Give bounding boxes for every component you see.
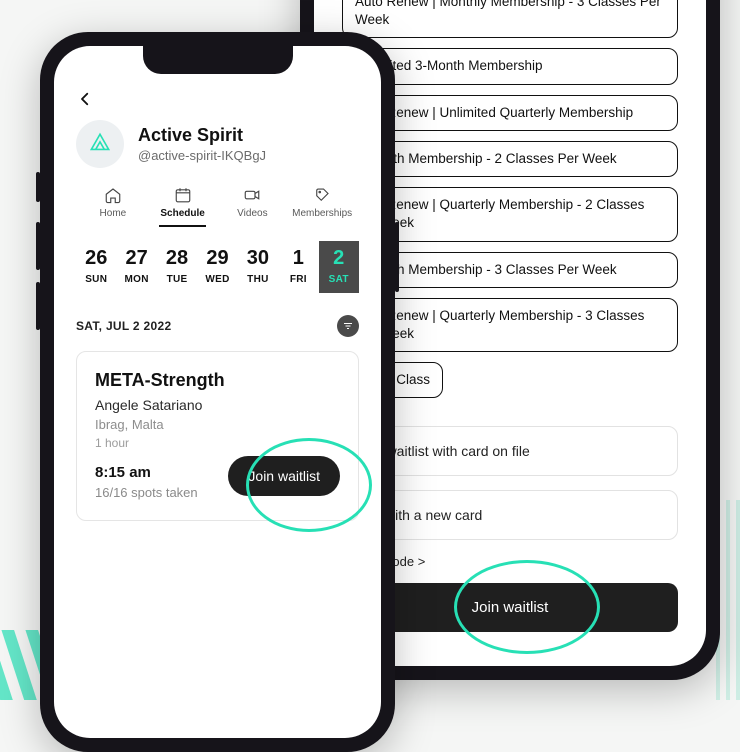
phone-side-button <box>36 222 40 270</box>
phone-side-button <box>395 222 399 292</box>
tab-label: Videos <box>218 208 288 219</box>
phone-notch <box>143 46 293 74</box>
tab-label: Home <box>78 208 148 219</box>
class-title: META-Strength <box>95 370 340 391</box>
class-card[interactable]: META-Strength Angele Satariano Ibrag, Ma… <box>76 351 359 521</box>
tab-videos[interactable]: Videos <box>218 186 288 219</box>
phone-frame-front: Active Spirit @active-spirit-IKQBgJ Home… <box>40 32 395 752</box>
tab-home[interactable]: Home <box>78 186 148 219</box>
tab-schedule[interactable]: Schedule <box>148 186 218 219</box>
date-strip: 26SUN 27MON 28TUE 29WED 30THU 1FRI 2SAT <box>76 241 359 293</box>
chevron-left-icon <box>76 90 94 108</box>
day-cell-selected[interactable]: 2SAT <box>319 241 359 293</box>
profile-name: Active Spirit <box>138 125 266 146</box>
phone-side-button <box>36 282 40 330</box>
phone-side-button <box>36 172 40 202</box>
tag-icon <box>313 186 331 204</box>
video-icon <box>243 186 261 204</box>
class-instructor: Angele Satariano <box>95 397 340 413</box>
join-waitlist-button[interactable]: Join waitlist <box>228 456 340 496</box>
profile-handle: @active-spirit-IKQBgJ <box>138 148 266 163</box>
back-button[interactable] <box>76 88 94 114</box>
tab-label: Memberships <box>287 208 357 219</box>
day-cell[interactable]: 26SUN <box>76 241 116 293</box>
brand-logo-icon <box>87 131 113 157</box>
tab-memberships[interactable]: Memberships <box>287 186 357 219</box>
phone-screen-front: Active Spirit @active-spirit-IKQBgJ Home… <box>54 46 381 738</box>
membership-option[interactable]: Auto Renew | Monthly Membership - 3 Clas… <box>342 0 678 38</box>
class-duration: 1 hour <box>95 436 340 450</box>
tab-label: Schedule <box>148 208 218 219</box>
filter-button[interactable] <box>337 315 359 337</box>
class-location: Ibrag, Malta <box>95 417 340 432</box>
home-icon <box>104 186 122 204</box>
day-cell[interactable]: 27MON <box>116 241 156 293</box>
day-cell[interactable]: 28TUE <box>157 241 197 293</box>
avatar[interactable] <box>76 120 124 168</box>
day-cell[interactable]: 29WED <box>197 241 237 293</box>
filter-icon <box>342 320 354 332</box>
calendar-icon <box>174 186 192 204</box>
day-cell[interactable]: 30THU <box>238 241 278 293</box>
day-cell[interactable]: 1FRI <box>278 241 318 293</box>
date-heading: SAT, JUL 2 2022 <box>76 319 171 333</box>
tabs: Home Schedule Videos Memberships <box>76 186 359 219</box>
